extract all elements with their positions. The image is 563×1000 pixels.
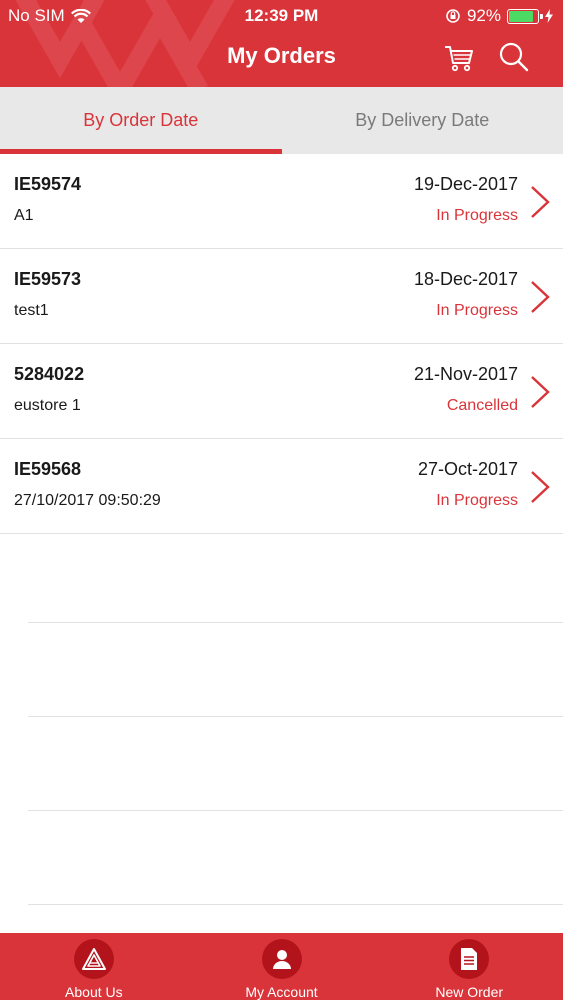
order-id: IE59568 bbox=[14, 459, 82, 479]
order-date: 18-Dec-2017 bbox=[413, 269, 518, 289]
nav-my-account[interactable]: My Account bbox=[188, 933, 376, 1000]
battery-icon bbox=[507, 8, 543, 24]
battery-percent: 92% bbox=[466, 6, 501, 25]
bottom-nav: About Us My Account New Order bbox=[0, 933, 563, 1000]
chevron-right-icon[interactable] bbox=[529, 185, 551, 219]
cart-icon[interactable] bbox=[443, 41, 475, 73]
chevron-right-icon[interactable] bbox=[529, 280, 551, 314]
order-status: Cancelled bbox=[446, 397, 518, 414]
nav-about-us[interactable]: About Us bbox=[0, 933, 188, 1000]
order-status: In Progress bbox=[436, 207, 518, 224]
logo-icon bbox=[73, 939, 114, 979]
status-bar: No SIM 12:39 PM 92% bbox=[0, 0, 563, 30]
chevron-right-icon[interactable] bbox=[529, 375, 551, 409]
order-id: IE59573 bbox=[14, 269, 82, 289]
empty-row bbox=[28, 811, 563, 905]
order-status: In Progress bbox=[436, 492, 518, 509]
order-id: IE59574 bbox=[14, 174, 82, 194]
order-reference: 27/10/2017 09:50:29 bbox=[14, 492, 161, 509]
charging-icon bbox=[545, 9, 553, 23]
battery-fill bbox=[509, 10, 533, 22]
orders-list: IE59574 A1 19-Dec-2017 In Progress IE595… bbox=[0, 154, 563, 534]
order-reference: eustore 1 bbox=[14, 397, 81, 414]
order-date: 19-Dec-2017 bbox=[413, 174, 518, 194]
nav-label: My Account bbox=[245, 984, 318, 1000]
status-right: 92% bbox=[445, 6, 553, 26]
order-date: 21-Nov-2017 bbox=[413, 364, 518, 384]
orientation-lock-icon bbox=[446, 9, 460, 23]
order-row[interactable]: IE59574 A1 19-Dec-2017 In Progress bbox=[0, 154, 563, 249]
nav-new-order[interactable]: New Order bbox=[375, 933, 563, 1000]
empty-row bbox=[28, 623, 563, 717]
empty-row bbox=[28, 529, 563, 623]
order-date: 27-Oct-2017 bbox=[417, 459, 518, 479]
document-icon bbox=[449, 939, 490, 979]
order-row[interactable]: 5284022 eustore 1 21-Nov-2017 Cancelled bbox=[0, 344, 563, 439]
order-reference: A1 bbox=[14, 207, 34, 224]
sort-tabs: By Order Date By Delivery Date bbox=[0, 87, 563, 154]
app-header: No SIM 12:39 PM 92% My Orders bbox=[0, 0, 563, 87]
person-icon bbox=[261, 939, 302, 979]
page-title: My Orders bbox=[227, 43, 336, 68]
tab-by-delivery-date[interactable]: By Delivery Date bbox=[282, 87, 563, 154]
nav-label: About Us bbox=[65, 984, 123, 1000]
order-row[interactable]: IE59573 test1 18-Dec-2017 In Progress bbox=[0, 249, 563, 344]
order-status: In Progress bbox=[436, 302, 518, 319]
order-reference: test1 bbox=[14, 302, 49, 319]
order-row[interactable]: IE59568 27/10/2017 09:50:29 27-Oct-2017 … bbox=[0, 439, 563, 534]
search-icon[interactable] bbox=[498, 41, 530, 73]
empty-row bbox=[28, 717, 563, 811]
tab-by-order-date[interactable]: By Order Date bbox=[0, 87, 282, 154]
order-id: 5284022 bbox=[14, 364, 85, 384]
nav-label: New Order bbox=[435, 984, 504, 1000]
empty-list-rows bbox=[28, 529, 563, 905]
chevron-right-icon[interactable] bbox=[529, 470, 551, 504]
